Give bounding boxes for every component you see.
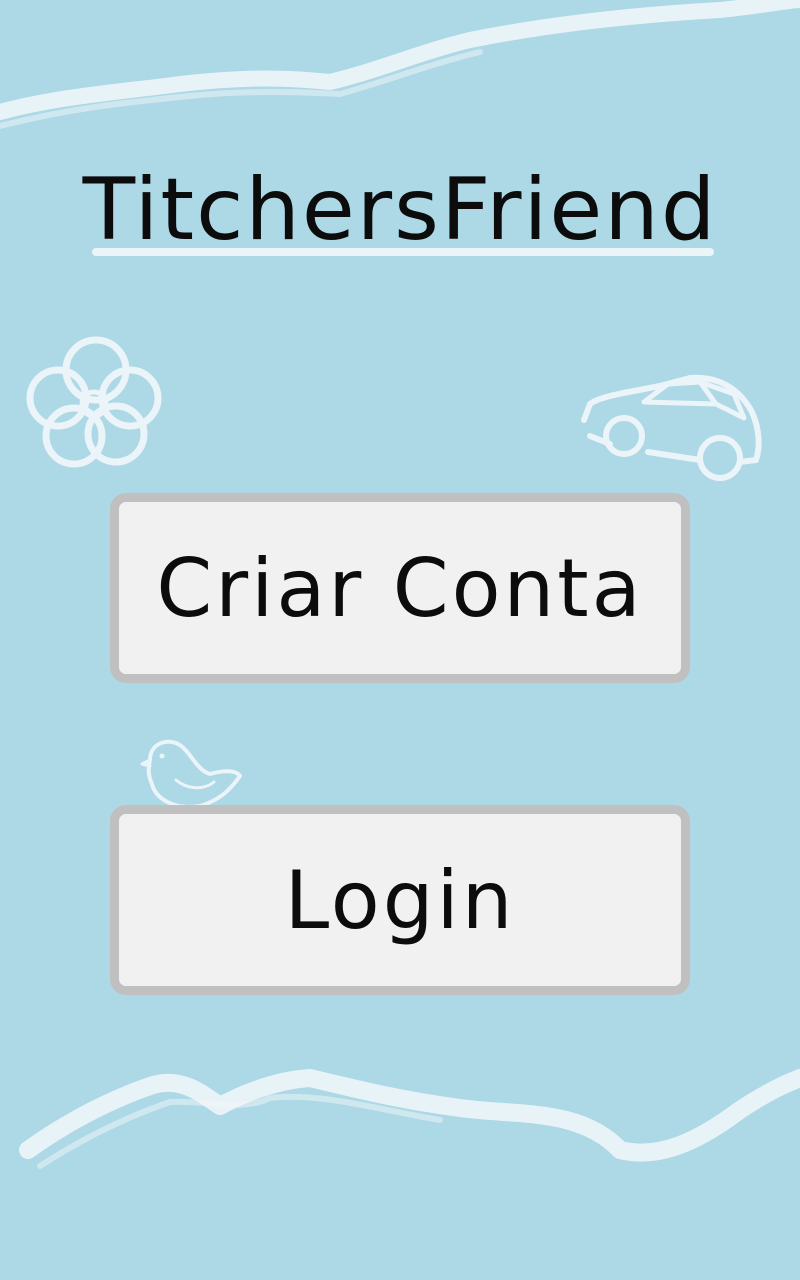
- app-title: TitchersFriend: [82, 160, 718, 260]
- flower-icon: [26, 336, 162, 468]
- top-chalk-wave: [0, 0, 800, 120]
- title-underline: [92, 248, 714, 256]
- login-button[interactable]: Login: [110, 805, 690, 995]
- create-account-button[interactable]: Criar Conta: [110, 493, 690, 683]
- car-icon: [581, 374, 762, 481]
- bottom-chalk-wave: [19, 1069, 800, 1162]
